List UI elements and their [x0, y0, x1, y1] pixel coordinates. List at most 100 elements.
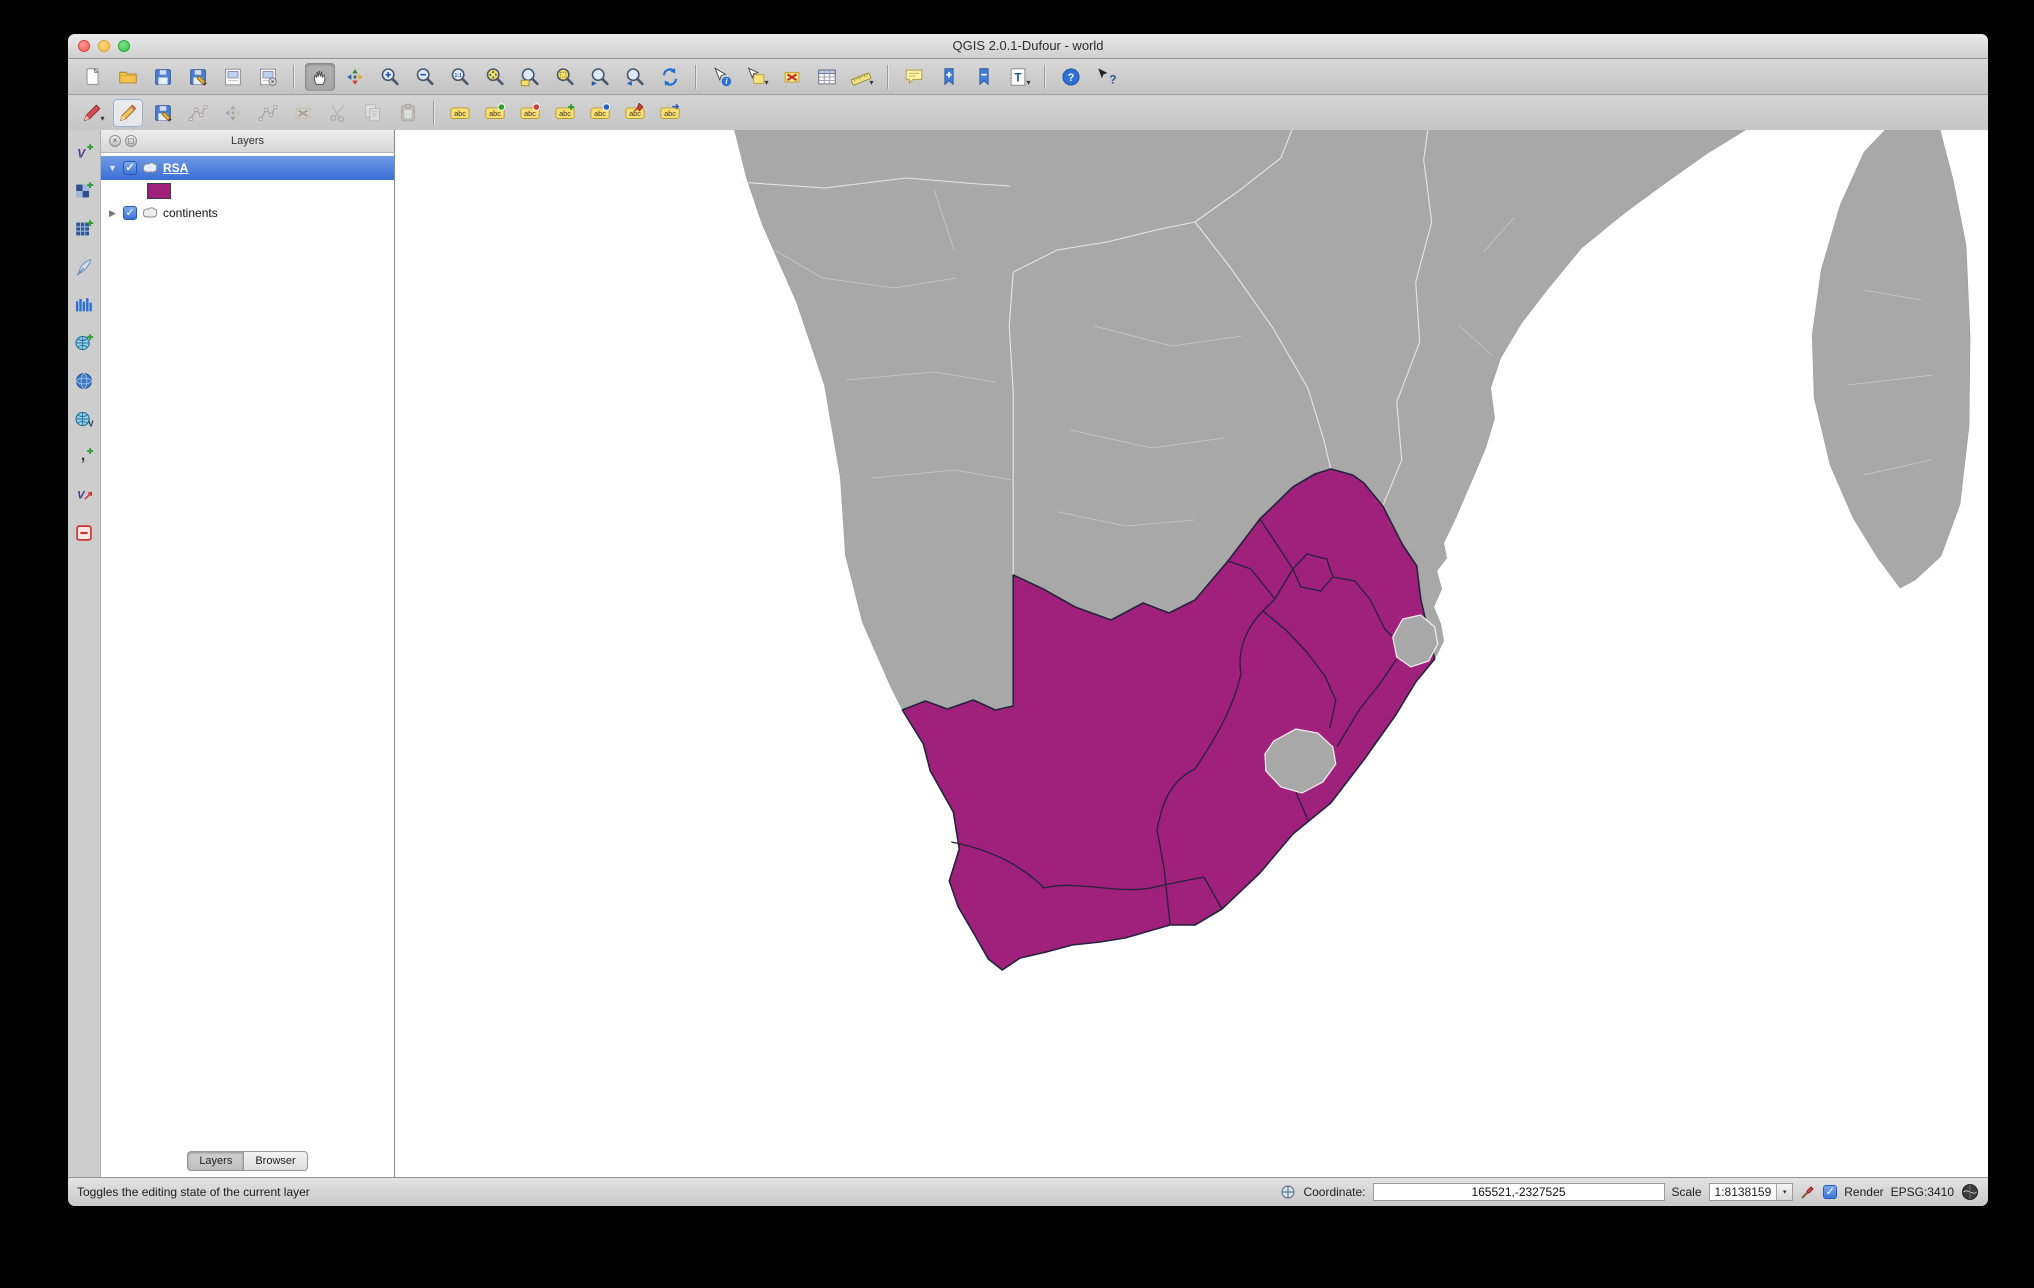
- add-delimited-text-layer-button[interactable]: ,: [71, 444, 97, 470]
- chevron-down-icon[interactable]: ▾: [100, 114, 104, 127]
- node-tool-icon: [257, 102, 279, 124]
- add-wfs-layer-button[interactable]: V: [71, 406, 97, 432]
- map-canvas[interactable]: [395, 130, 1988, 1178]
- zoom-native-icon: 1:1: [449, 66, 471, 88]
- zoom-out-button[interactable]: [410, 63, 440, 91]
- toggle-editing-button[interactable]: [113, 99, 143, 127]
- scale-combo[interactable]: 1:8138159 ▾: [1709, 1183, 1794, 1201]
- copy-features-icon: [362, 102, 384, 124]
- open-attribute-table-button[interactable]: [812, 63, 842, 91]
- pan-map-button[interactable]: [305, 63, 335, 91]
- label-move-button[interactable]: abc: [480, 99, 510, 127]
- zoom-to-selection-button[interactable]: [550, 63, 580, 91]
- pan-map-icon: [309, 66, 331, 88]
- zoom-native-button[interactable]: 1:1: [445, 63, 475, 91]
- current-edits-button[interactable]: ▾: [78, 99, 108, 127]
- zoom-full-icon: [484, 66, 506, 88]
- text-annotation-button[interactable]: T▾: [1004, 63, 1034, 91]
- layer-row-RSA[interactable]: ▼✓RSA: [101, 156, 394, 180]
- chevron-down-icon[interactable]: ▾: [1776, 1184, 1792, 1200]
- add-feature-button[interactable]: [183, 99, 213, 127]
- close-button[interactable]: [78, 40, 90, 52]
- help-contents-button[interactable]: ?: [1056, 63, 1086, 91]
- select-features-button[interactable]: ▾: [742, 63, 772, 91]
- render-checkbox[interactable]: ✓: [1823, 1185, 1837, 1199]
- composer-manager-button[interactable]: [253, 63, 283, 91]
- add-mssql-layer-button[interactable]: [71, 292, 97, 318]
- layer-row-continents[interactable]: ▶✓continents: [101, 201, 394, 225]
- measure-button[interactable]: ▾: [847, 63, 877, 91]
- chevron-down-icon[interactable]: ▾: [1026, 78, 1030, 91]
- move-feature-button[interactable]: [218, 99, 248, 127]
- show-bookmarks-button[interactable]: [969, 63, 999, 91]
- add-spatialite-layer-button[interactable]: [71, 254, 97, 280]
- add-raster-layer-button[interactable]: [71, 178, 97, 204]
- panel-detach-icon[interactable]: ◻: [125, 135, 137, 147]
- toggle-editing-icon: [117, 102, 139, 124]
- add-wcs-layer-button[interactable]: [71, 368, 97, 394]
- svg-text:?: ?: [1109, 72, 1116, 86]
- coordinate-input[interactable]: [1373, 1183, 1665, 1201]
- label-move-icon: abc: [484, 102, 506, 124]
- add-wms-layer-button[interactable]: [71, 330, 97, 356]
- whats-this-button[interactable]: ?: [1091, 63, 1121, 91]
- refresh-map-button[interactable]: [655, 63, 685, 91]
- labeling-button[interactable]: abc: [445, 99, 475, 127]
- add-vector-layer-button[interactable]: V: [71, 140, 97, 166]
- pan-to-selection-button[interactable]: [340, 63, 370, 91]
- label-change-button[interactable]: abc: [550, 99, 580, 127]
- node-tool-button[interactable]: [253, 99, 283, 127]
- minimize-button[interactable]: [98, 40, 110, 52]
- crs-status-icon[interactable]: [1961, 1183, 1979, 1201]
- stop-render-icon[interactable]: [1800, 1184, 1816, 1200]
- save-project-as-button[interactable]: [183, 63, 213, 91]
- scale-label: Scale: [1672, 1185, 1702, 1199]
- save-layer-edits-button[interactable]: [148, 99, 178, 127]
- open-project-button[interactable]: [113, 63, 143, 91]
- save-project-button[interactable]: [148, 63, 178, 91]
- toolbar-separator: [1044, 65, 1046, 89]
- map-tips-button[interactable]: [899, 63, 929, 91]
- zoom-in-button[interactable]: [375, 63, 405, 91]
- coordinate-label: Coordinate:: [1303, 1185, 1365, 1199]
- layer-expand-icon[interactable]: ▼: [107, 163, 118, 173]
- label-pin-button[interactable]: abc: [620, 99, 650, 127]
- deselect-features-button[interactable]: [777, 63, 807, 91]
- identify-features-button[interactable]: i: [707, 63, 737, 91]
- titlebar[interactable]: QGIS 2.0.1-Dufour - world: [68, 34, 1988, 59]
- new-print-composer-button[interactable]: [218, 63, 248, 91]
- new-project-button[interactable]: [78, 63, 108, 91]
- new-shapefile-layer-button[interactable]: V: [71, 482, 97, 508]
- manage-layers-toolbar: V V, V: [68, 130, 101, 1178]
- delete-selected-button[interactable]: [288, 99, 318, 127]
- zoom-next-button[interactable]: [620, 63, 650, 91]
- layer-visibility-checkbox[interactable]: ✓: [123, 161, 137, 175]
- label-toggle-button[interactable]: abc: [655, 99, 685, 127]
- remove-layer-button[interactable]: [71, 520, 97, 546]
- new-bookmark-button[interactable]: [934, 63, 964, 91]
- zoom-last-button[interactable]: [585, 63, 615, 91]
- copy-features-button[interactable]: [358, 99, 388, 127]
- zoom-to-layer-button[interactable]: [515, 63, 545, 91]
- label-properties-button[interactable]: abc: [585, 99, 615, 127]
- label-rotate-button[interactable]: abc: [515, 99, 545, 127]
- add-postgis-layer-button[interactable]: [71, 216, 97, 242]
- chevron-down-icon[interactable]: ▾: [869, 78, 873, 91]
- zoom-to-layer-icon: [519, 66, 541, 88]
- layer-visibility-checkbox[interactable]: ✓: [123, 206, 137, 220]
- paste-features-button[interactable]: [393, 99, 423, 127]
- panel-tab-layers[interactable]: Layers: [187, 1151, 244, 1171]
- panel-tab-browser[interactable]: Browser: [244, 1151, 307, 1171]
- add-wcs-layer-icon: [73, 370, 95, 392]
- zoom-full-button[interactable]: [480, 63, 510, 91]
- layer-expand-icon[interactable]: ▶: [107, 208, 118, 219]
- save-layer-edits-icon: [152, 102, 174, 124]
- toolbar-digitizing-labeling: ▾abcabcabcabcabcabcabc: [68, 95, 1988, 131]
- cut-features-button[interactable]: [323, 99, 353, 127]
- panel-close-icon[interactable]: ×: [109, 135, 121, 147]
- chevron-down-icon[interactable]: ▾: [764, 78, 768, 91]
- label-properties-icon: abc: [589, 102, 611, 124]
- svg-text:T: T: [1015, 70, 1023, 84]
- zoom-button[interactable]: [118, 40, 130, 52]
- layer-color-swatch[interactable]: [147, 183, 171, 199]
